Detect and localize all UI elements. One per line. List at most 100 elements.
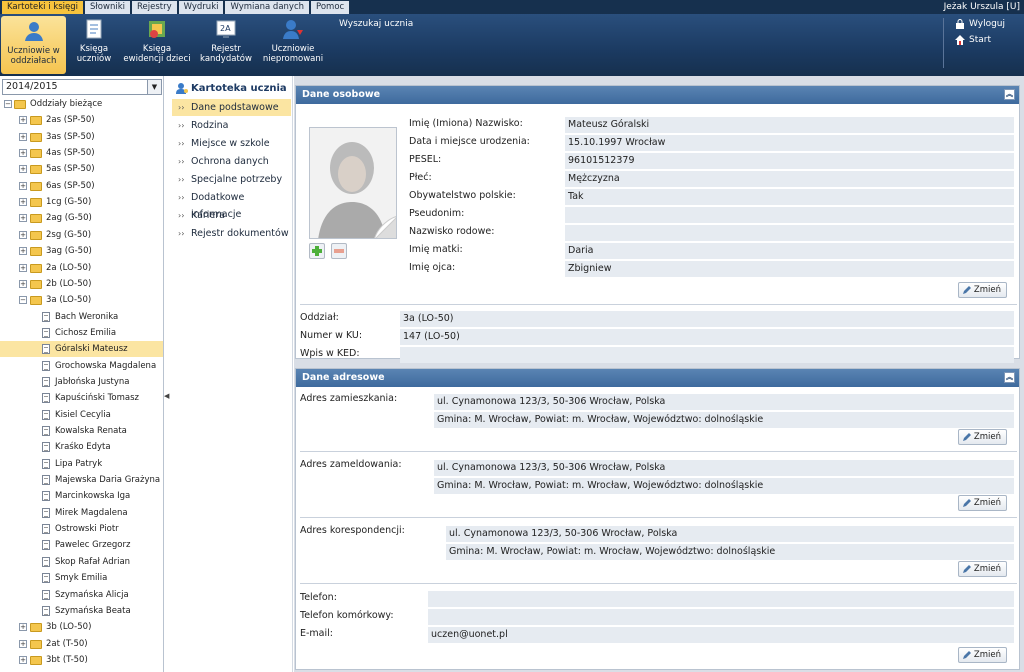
not-promoted-button[interactable]: Uczniowie niepromowani [262,14,324,76]
tree-class-item[interactable]: +4as (SP-50) [0,145,163,161]
nav-item[interactable]: ›› Miejsce w szkole [172,135,291,152]
tree-class-item[interactable]: − 3a (LO-50) [0,292,163,308]
tree-student-item[interactable]: Bach Weronika [0,309,163,325]
expand-toggle-icon[interactable]: + [19,214,27,223]
change-address-button[interactable]: Zmień [957,561,1007,577]
menu-tab-rejestry[interactable]: Rejestry [131,1,177,14]
start-button[interactable]: Start [955,35,991,45]
nav-item[interactable]: ›› Specjalne potrzeby [172,171,291,188]
nav-item[interactable]: ›› Ochrona danych [172,153,291,170]
expand-toggle-icon[interactable]: + [19,279,27,288]
students-in-classes-button[interactable]: Uczniowie w oddziałach [1,16,66,74]
folder-icon [30,181,42,191]
field-value: Tak [565,189,1014,205]
tree-root[interactable]: − Oddziały bieżące [0,96,163,112]
menu-tab-wymiana[interactable]: Wymiana danych [225,1,310,14]
tree-student-item[interactable]: Smyk Emilia [0,570,163,586]
expand-toggle-icon[interactable]: + [19,132,27,141]
menu-tab-wydruki[interactable]: Wydruki [178,1,224,14]
menu-tab-slowniki[interactable]: Słowniki [84,1,130,14]
collapse-up-icon[interactable]: ︽ [1004,372,1015,383]
nav-item[interactable]: ›› Dane podstawowe [172,99,291,116]
tree-class-item[interactable]: +2sg (G-50) [0,227,163,243]
collapse-toggle-icon[interactable]: − [4,100,12,108]
tree-student-item[interactable]: Kraśko Edyta [0,439,163,455]
tree-student-item[interactable]: Kapuściński Tomasz [0,390,163,406]
expand-toggle-icon[interactable]: + [19,116,27,125]
menu-tab-kartoteki[interactable]: Kartoteki i księgi [2,1,83,14]
tree-class-item[interactable]: +2b (LO-50) [0,276,163,292]
change-label: Zmień [973,432,1001,442]
nav-item[interactable]: ›› Rodzina [172,117,291,134]
logout-button[interactable]: Wyloguj [955,19,1005,29]
expand-toggle-icon[interactable]: + [19,198,27,207]
expand-toggle-icon[interactable]: + [19,639,27,648]
expand-toggle-icon[interactable]: + [19,181,27,190]
tree-class-item[interactable]: +2a (LO-50) [0,260,163,276]
tree-student-item[interactable]: Mirek Magdalena [0,505,163,521]
school-year-select[interactable]: 2014/2015 ▼ [2,79,162,95]
tree-student-item[interactable]: Kisiel Cecylia [0,407,163,423]
tree-student-item[interactable]: Cichosz Emilia [0,325,163,341]
collapse-panel-handle[interactable]: ◀ [164,392,169,406]
field-value: Mateusz Góralski [565,117,1014,133]
tree-item-label: Kapuściński Tomasz [55,393,140,404]
address-label: Adres korespondencji: [300,525,405,536]
search-student-label[interactable]: Wyszukaj ucznia [339,19,413,29]
field-value: Daria [565,243,1014,259]
tree-student-item[interactable]: Kowalska Renata [0,423,163,439]
add-photo-button[interactable] [309,243,325,259]
tree-class-item[interactable]: +5as (SP-50) [0,161,163,177]
change-personal-button[interactable]: Zmień [957,282,1007,298]
candidates-register-button[interactable]: 2A Rejestr kandydatów [198,14,254,76]
divider [300,517,1017,518]
expand-toggle-icon[interactable]: + [19,623,27,632]
collapse-up-icon[interactable]: ︽ [1004,89,1015,100]
tree-student-item[interactable]: Szymańska Beata [0,603,163,619]
expand-toggle-icon[interactable]: + [19,263,27,272]
expand-toggle-icon[interactable]: − [19,296,27,305]
menu-tab-pomoc[interactable]: Pomoc [311,1,350,14]
tree-student-item[interactable]: Skop Rafał Adrian [0,554,163,570]
remove-photo-button[interactable] [331,243,347,259]
nav-item[interactable]: ›› Rejestr dokumentów [172,225,291,242]
tree-class-item[interactable]: +1cg (G-50) [0,194,163,210]
document-icon [42,409,50,420]
tree-student-item[interactable]: Lipa Patryk [0,456,163,472]
tree-class-item[interactable]: +6as (SP-50) [0,178,163,194]
nav-item[interactable]: ›› Kariera [172,207,291,224]
register-icon [149,21,165,38]
expand-toggle-icon[interactable]: + [19,149,27,158]
tree-class-item[interactable]: +2at (T-50) [0,636,163,652]
change-address-button[interactable]: Zmień [957,429,1007,445]
field-value [400,347,1014,363]
field-value: Zbigniew [565,261,1014,277]
expand-toggle-icon[interactable]: + [19,230,27,239]
tree-class-item[interactable]: +3ag (G-50) [0,243,163,259]
change-address-button[interactable]: Zmień [957,495,1007,511]
chevron-down-icon[interactable]: ▼ [147,80,161,94]
nav-item[interactable]: ›› Dodatkowe informacje [172,189,291,220]
student-book-button[interactable]: Księga uczniów [72,14,116,76]
tree-student-item[interactable]: Marcinkowska Iga [0,488,163,504]
tree-student-item[interactable]: Jabłońska Justyna [0,374,163,390]
tree-class-item[interactable]: +3b (LO-50) [0,619,163,635]
change-contact-button[interactable]: Zmień [957,647,1007,663]
tree-student-item[interactable]: Góralski Mateusz [0,341,163,358]
tree-student-item[interactable]: Majewska Daria Grażyna [0,472,163,488]
tree-class-item[interactable]: +2ag (G-50) [0,210,163,226]
folder-icon [30,116,42,126]
tree-class-item[interactable]: +3bt (T-50) [0,652,163,668]
tree-class-item[interactable]: +2as (SP-50) [0,112,163,128]
expand-toggle-icon[interactable]: + [19,655,27,664]
expand-toggle-icon[interactable]: + [19,165,27,174]
tree-item-label: 6as (SP-50) [46,180,95,191]
tree-student-item[interactable]: Pawelec Grzegorz [0,537,163,553]
tree-student-item[interactable]: Szymańska Alicja [0,587,163,603]
expand-toggle-icon[interactable]: + [19,247,27,256]
tree-student-item[interactable]: Ostrowski Piotr [0,521,163,537]
children-register-button[interactable]: Księga ewidencji dzieci [123,14,191,76]
tree-class-item[interactable]: +3as (SP-50) [0,129,163,145]
folder-open-icon [14,100,26,109]
tree-student-item[interactable]: Grochowska Magdalena [0,358,163,374]
